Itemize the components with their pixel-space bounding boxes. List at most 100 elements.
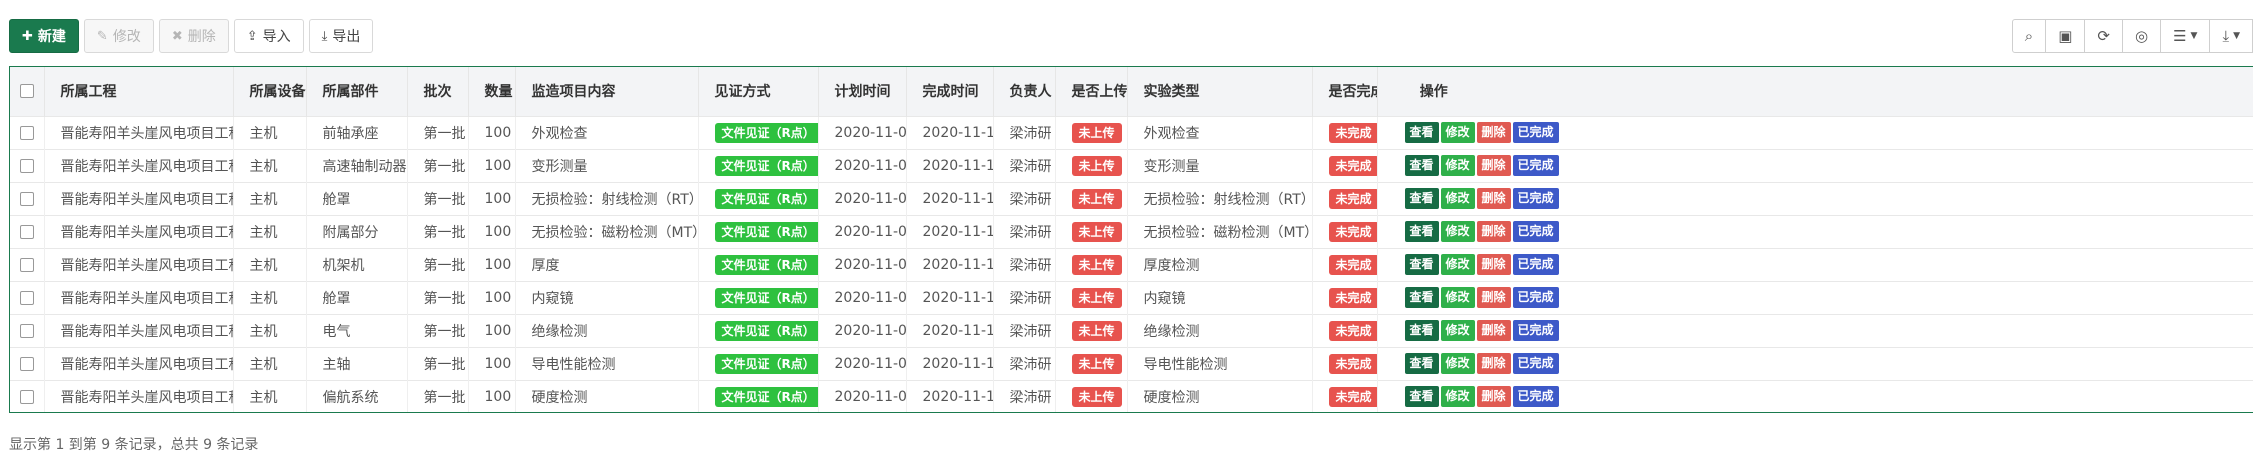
cell-test-type: 无损检验：磁粉检测（MT） [1126, 215, 1312, 248]
table-row[interactable]: 晋能寿阳羊头崖风电项目工程 主机 机架机 第一批 100 厚度 文件见证（R点） 2020-1… [10, 248, 2253, 281]
cell-uploaded: 未上传 [1054, 314, 1127, 347]
edit-row-button[interactable]: 修改 [1440, 188, 1475, 209]
cell-owner: 梁沛研 [992, 314, 1055, 347]
table-row[interactable]: 晋能寿阳羊头崖风电项目工程 主机 舱罩 第一批 100 无损检验：射线检测（RT） 文件见证… [10, 182, 2253, 215]
mark-complete-button[interactable]: 已完成 [1512, 254, 1559, 275]
header-uploaded[interactable]: 是否上传 [1054, 67, 1127, 116]
cell-batch: 第一批 [406, 347, 468, 380]
delete-row-button[interactable]: 删除 [1476, 221, 1511, 242]
edit-row-button[interactable]: 修改 [1440, 122, 1475, 143]
mark-complete-button[interactable]: 已完成 [1512, 221, 1559, 242]
table-row[interactable]: 晋能寿阳羊头崖风电项目工程 主机 电气 第一批 100 绝缘检测 文件见证（R点） 2020-… [10, 314, 2253, 347]
table-row[interactable]: 晋能寿阳羊头崖风电项目工程 主机 高速轴制动器 第一批 100 变形测量 文件见证（R点） 2… [10, 149, 2253, 182]
edit-row-button[interactable]: 修改 [1440, 254, 1475, 275]
cell-equipment: 主机 [232, 314, 306, 347]
cell-owner: 梁沛研 [992, 347, 1055, 380]
complete-status-badge: 未完成 [1328, 122, 1377, 143]
header-witness[interactable]: 见证方式 [697, 67, 818, 116]
row-checkbox[interactable] [19, 158, 34, 173]
view-button[interactable]: 查看 [1404, 155, 1439, 176]
edit-row-button[interactable]: 修改 [1440, 386, 1475, 408]
edit-row-button[interactable]: 修改 [1440, 155, 1475, 176]
mark-complete-button[interactable]: 已完成 [1512, 122, 1559, 143]
header-plan-time[interactable]: 计划时间 [817, 67, 906, 116]
table-row[interactable]: 晋能寿阳羊头崖风电项目工程 主机 主轴 第一批 100 导电性能检测 文件见证（R点） 202… [10, 347, 2253, 380]
delete-row-button[interactable]: 删除 [1476, 287, 1511, 308]
row-checkbox[interactable] [19, 224, 34, 239]
view-button[interactable]: 查看 [1404, 221, 1439, 242]
row-select-cell [10, 380, 44, 412]
download-icon: ⤓ [321, 28, 328, 44]
header-project[interactable]: 所属工程 [43, 67, 233, 116]
refresh-icon[interactable]: ⟳ [2085, 19, 2123, 53]
edit-row-button[interactable]: 修改 [1440, 320, 1475, 341]
columns-icon[interactable]: ☰ ▼ [2161, 19, 2211, 53]
cell-content: 无损检验：磁粉检测（MT） [514, 215, 698, 248]
header-completed[interactable]: 是否完成 [1311, 67, 1377, 116]
header-part[interactable]: 所属部件 [305, 67, 407, 116]
row-checkbox[interactable] [19, 389, 34, 404]
table-row[interactable]: 晋能寿阳羊头崖风电项目工程 主机 舱罩 第一批 100 内窥镜 文件见证（R点） 2020-1… [10, 281, 2253, 314]
delete-row-button[interactable]: 删除 [1476, 254, 1511, 275]
header-owner[interactable]: 负责人 [992, 67, 1055, 116]
edit-row-button[interactable]: 修改 [1440, 287, 1475, 308]
toggle-icon[interactable]: ▣ [2046, 19, 2086, 53]
row-checkbox[interactable] [19, 125, 34, 140]
edit-button[interactable]: ✎ 修改 [83, 19, 154, 53]
edit-row-button[interactable]: 修改 [1440, 221, 1475, 242]
delete-row-button[interactable]: 删除 [1476, 188, 1511, 209]
header-batch[interactable]: 批次 [406, 67, 468, 116]
pagination-summary: 显示第 1 到第 9 条记录，总共 9 条记录 [9, 437, 259, 453]
mark-complete-button[interactable]: 已完成 [1512, 188, 1559, 209]
complete-status-badge: 未完成 [1328, 320, 1377, 341]
delete-row-button[interactable]: 删除 [1476, 155, 1511, 176]
select-all-checkbox[interactable] [19, 84, 34, 99]
table-row[interactable]: 晋能寿阳羊头崖风电项目工程 主机 附属部分 第一批 100 无损检验：磁粉检测（MT） 文件… [10, 215, 2253, 248]
cell-content: 无损检验：射线检测（RT） [514, 182, 698, 215]
view-button[interactable]: 查看 [1404, 254, 1439, 275]
view-button[interactable]: 查看 [1404, 353, 1439, 374]
table-row[interactable]: 晋能寿阳羊头崖风电项目工程 主机 偏航系统 第一批 100 硬度检测 文件见证（R点） 202… [10, 380, 2253, 412]
cell-uploaded: 未上传 [1054, 248, 1127, 281]
delete-row-button[interactable]: 删除 [1476, 353, 1511, 374]
header-equipment[interactable]: 所属设备 [232, 67, 306, 116]
row-checkbox[interactable] [19, 323, 34, 338]
view-button[interactable]: 查看 [1404, 320, 1439, 341]
cell-content: 外观检查 [514, 116, 698, 149]
row-checkbox[interactable] [19, 191, 34, 206]
view-button[interactable]: 查看 [1404, 386, 1439, 408]
delete-row-button[interactable]: 删除 [1476, 320, 1511, 341]
mark-complete-button[interactable]: 已完成 [1512, 353, 1559, 374]
delete-row-button[interactable]: 删除 [1476, 122, 1511, 143]
edit-row-button[interactable]: 修改 [1440, 353, 1475, 374]
upload-status-badge: 未上传 [1071, 122, 1122, 143]
cell-batch: 第一批 [406, 281, 468, 314]
row-checkbox[interactable] [19, 356, 34, 371]
mark-complete-button[interactable]: 已完成 [1512, 287, 1559, 308]
delete-row-button[interactable]: 删除 [1476, 386, 1511, 408]
view-button[interactable]: 查看 [1404, 287, 1439, 308]
header-test-type[interactable]: 实验类型 [1126, 67, 1312, 116]
search-icon[interactable]: ⌕ [2011, 19, 2047, 53]
mark-complete-button[interactable]: 已完成 [1512, 320, 1559, 341]
new-button[interactable]: ✚ 新建 [9, 19, 79, 53]
cell-test-type: 内窥镜 [1126, 281, 1312, 314]
delete-button[interactable]: ✖ 删除 [158, 19, 229, 53]
cell-completed: 未完成 [1311, 182, 1377, 215]
download-icon[interactable]: ⤓ ▼ [2210, 19, 2253, 53]
export-button[interactable]: ⤓ 导出 [308, 19, 374, 53]
upload-status-badge: 未上传 [1071, 188, 1122, 209]
mark-complete-button[interactable]: 已完成 [1512, 386, 1559, 408]
view-button[interactable]: 查看 [1404, 122, 1439, 143]
cell-finish-time: 2020-11-12 [905, 116, 993, 149]
eye-icon[interactable]: ◎ [2122, 19, 2162, 53]
mark-complete-button[interactable]: 已完成 [1512, 155, 1559, 176]
header-content[interactable]: 监造项目内容 [514, 67, 698, 116]
view-button[interactable]: 查看 [1404, 188, 1439, 209]
header-finish-time[interactable]: 完成时间 [905, 67, 993, 116]
row-checkbox[interactable] [19, 290, 34, 305]
import-button[interactable]: ⇪ 导入 [233, 19, 304, 53]
table-row[interactable]: 晋能寿阳羊头崖风电项目工程 主机 前轴承座 第一批 100 外观检查 文件见证（R点） 202… [10, 116, 2253, 149]
row-checkbox[interactable] [19, 257, 34, 272]
header-quantity[interactable]: 数量 [467, 67, 515, 116]
